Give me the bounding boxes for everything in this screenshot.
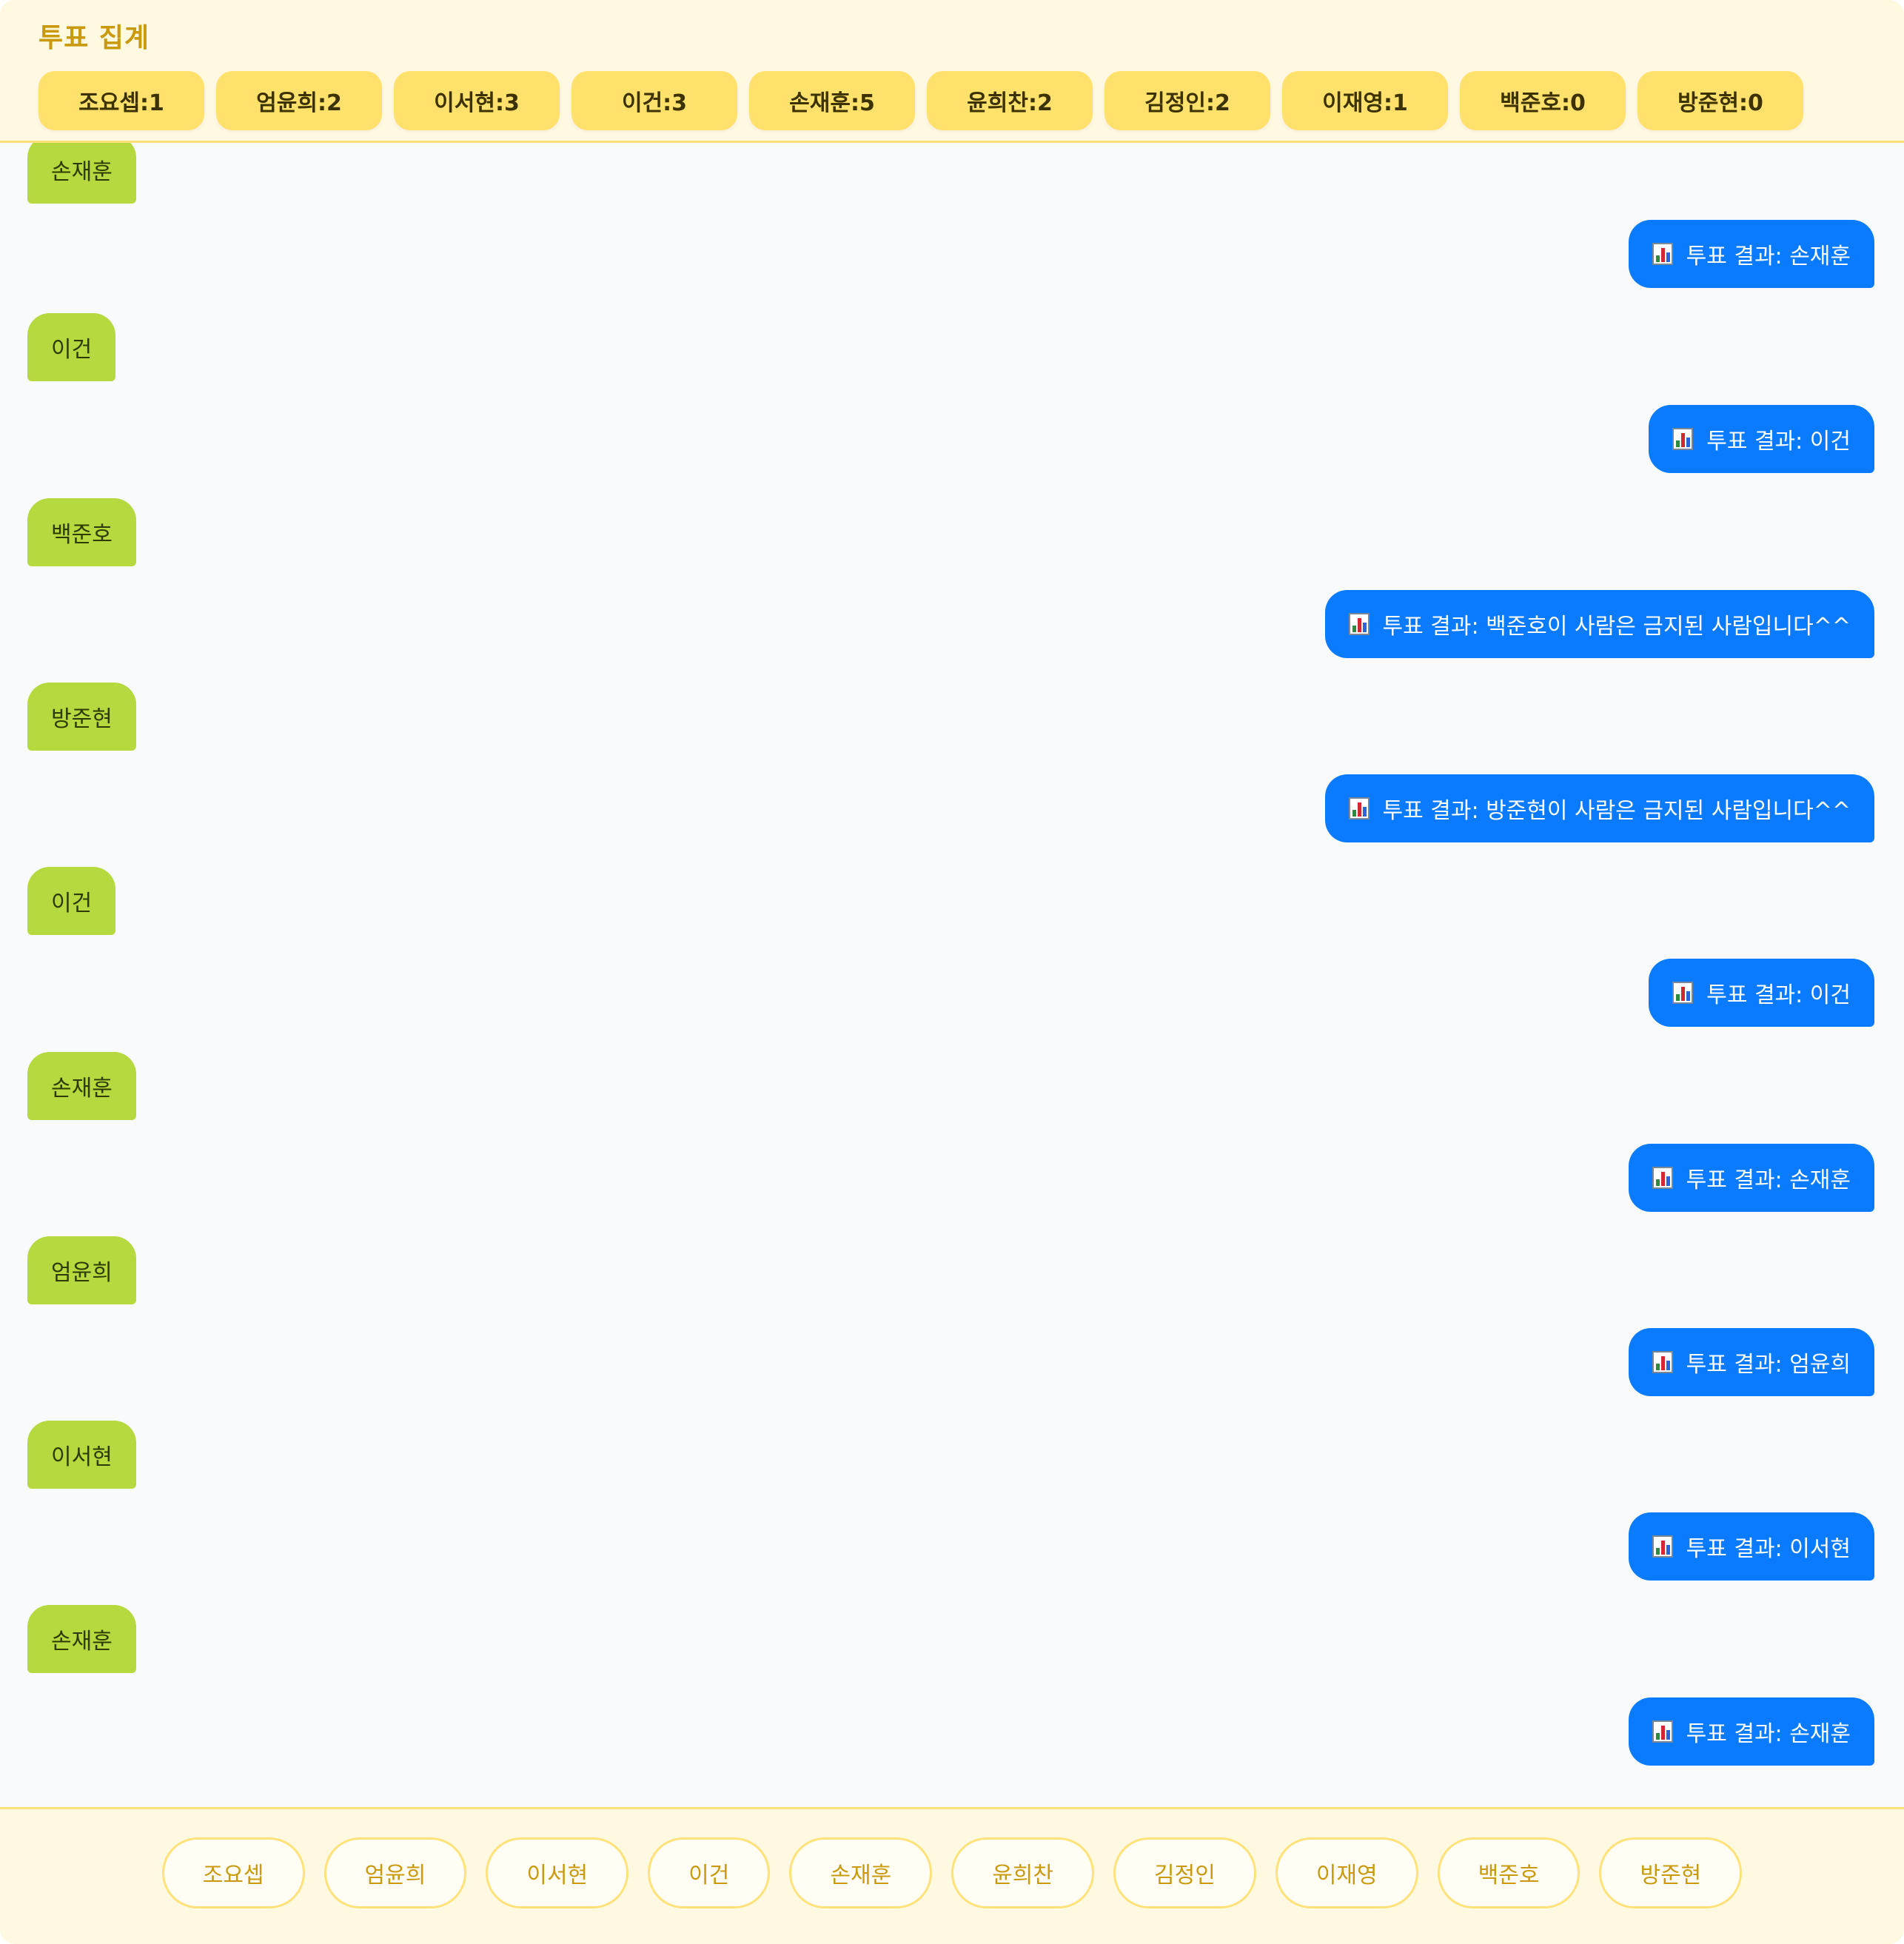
bar-chart-icon — [1652, 243, 1673, 265]
bar-chart-icon — [1652, 1720, 1673, 1743]
user-message: 손재훈 — [27, 1605, 136, 1673]
vote-button-엄윤희[interactable]: 엄윤희 — [324, 1837, 467, 1908]
bar-chart-icon — [1652, 1351, 1673, 1373]
bar-chart-icon — [1652, 1535, 1673, 1558]
chat-log[interactable]: 손재훈 투표 결과: 손재훈 이건 투표 결과: 이건 백준호 투표 결과: 백… — [0, 143, 1904, 1807]
user-message: 손재훈 — [27, 143, 136, 204]
bot-message: 투표 결과: 백준호이 사람은 금지된 사람입니다^^ — [1324, 590, 1874, 658]
tally-badge: 윤희찬:2 — [927, 71, 1093, 130]
tally-header: 투표 집계 조요셉:1 엄윤희:2 이서현:3 이건:3 손재훈:5 윤희찬:2… — [0, 0, 1904, 143]
message-text: 투표 결과: 백준호이 사람은 금지된 사람입니다^^ — [1382, 614, 1851, 640]
user-message: 손재훈 — [27, 1052, 136, 1120]
user-message: 방준현 — [27, 683, 136, 751]
user-message: 이건 — [27, 867, 116, 935]
message-text: 방준현 — [51, 706, 113, 732]
tally-badge: 조요셉:1 — [38, 71, 204, 130]
vote-button-조요셉[interactable]: 조요셉 — [161, 1837, 305, 1908]
tally-badge: 이서현:3 — [394, 71, 560, 130]
vote-button-손재훈[interactable]: 손재훈 — [789, 1837, 933, 1908]
message-text: 투표 결과: 손재훈 — [1686, 244, 1851, 269]
bot-message: 투표 결과: 이서현 — [1628, 1512, 1874, 1581]
tally-badge: 방준현:0 — [1637, 71, 1803, 130]
bot-message: 투표 결과: 엄윤희 — [1628, 1328, 1874, 1396]
message-text: 투표 결과: 방준현이 사람은 금지된 사람입니다^^ — [1382, 798, 1851, 824]
tally-badge: 이재영:1 — [1282, 71, 1448, 130]
bot-message: 투표 결과: 이건 — [1649, 405, 1874, 473]
user-message: 백준호 — [27, 498, 136, 566]
tally-badge: 백준호:0 — [1460, 71, 1626, 130]
message-text: 이건 — [51, 891, 93, 916]
message-text: 투표 결과: 이건 — [1706, 982, 1851, 1008]
tally-badge: 이건:3 — [571, 71, 737, 130]
bar-chart-icon — [1672, 982, 1694, 1004]
message-text: 투표 결과: 이서현 — [1686, 1536, 1851, 1562]
message-text: 이건 — [51, 337, 93, 363]
tally-badge: 손재훈:5 — [749, 71, 915, 130]
bot-message: 투표 결과: 손재훈 — [1628, 220, 1874, 288]
vote-button-이서현[interactable]: 이서현 — [486, 1837, 629, 1908]
vote-button-row: 조요셉 엄윤희 이서현 이건 손재훈 윤희찬 김정인 이재영 백준호 방준현 — [0, 1837, 1904, 1908]
message-text: 투표 결과: 이건 — [1706, 429, 1851, 455]
bot-message: 투표 결과: 손재훈 — [1628, 1144, 1874, 1212]
message-text: 손재훈 — [51, 159, 113, 185]
vote-app: 투표 집계 조요셉:1 엄윤희:2 이서현:3 이건:3 손재훈:5 윤희찬:2… — [0, 0, 1904, 1944]
message-text: 투표 결과: 엄윤희 — [1686, 1352, 1851, 1378]
tally-badge: 김정인:2 — [1104, 71, 1270, 130]
bar-chart-icon — [1348, 613, 1370, 635]
user-message: 이건 — [27, 313, 116, 381]
bot-message: 투표 결과: 방준현이 사람은 금지된 사람입니다^^ — [1324, 774, 1874, 842]
message-text: 손재훈 — [51, 1076, 113, 1102]
vote-button-윤희찬[interactable]: 윤희찬 — [951, 1837, 1094, 1908]
vote-button-김정인[interactable]: 김정인 — [1113, 1837, 1256, 1908]
bar-chart-icon — [1652, 1167, 1673, 1189]
bar-chart-icon — [1348, 797, 1370, 820]
user-message: 엄윤희 — [27, 1236, 136, 1304]
vote-button-방준현[interactable]: 방준현 — [1599, 1837, 1743, 1908]
tally-badge: 엄윤희:2 — [216, 71, 382, 130]
vote-footer: 조요셉 엄윤희 이서현 이건 손재훈 윤희찬 김정인 이재영 백준호 방준현 — [0, 1807, 1904, 1944]
vote-button-백준호[interactable]: 백준호 — [1437, 1837, 1580, 1908]
bar-chart-icon — [1672, 428, 1694, 450]
message-text: 백준호 — [51, 522, 113, 548]
vote-button-이재영[interactable]: 이재영 — [1275, 1837, 1418, 1908]
message-text: 투표 결과: 손재훈 — [1686, 1167, 1851, 1193]
message-text: 이서현 — [51, 1444, 113, 1470]
message-text: 엄윤희 — [51, 1260, 113, 1286]
user-message: 이서현 — [27, 1421, 136, 1489]
vote-button-이건[interactable]: 이건 — [648, 1837, 771, 1908]
message-text: 투표 결과: 손재훈 — [1686, 1721, 1851, 1747]
message-text: 손재훈 — [51, 1629, 113, 1655]
page-title: 투표 집계 — [38, 23, 150, 53]
tally-list: 조요셉:1 엄윤희:2 이서현:3 이건:3 손재훈:5 윤희찬:2 김정인:2… — [38, 71, 1803, 130]
bot-message: 투표 결과: 이건 — [1649, 959, 1874, 1027]
bot-message: 투표 결과: 손재훈 — [1628, 1697, 1874, 1766]
